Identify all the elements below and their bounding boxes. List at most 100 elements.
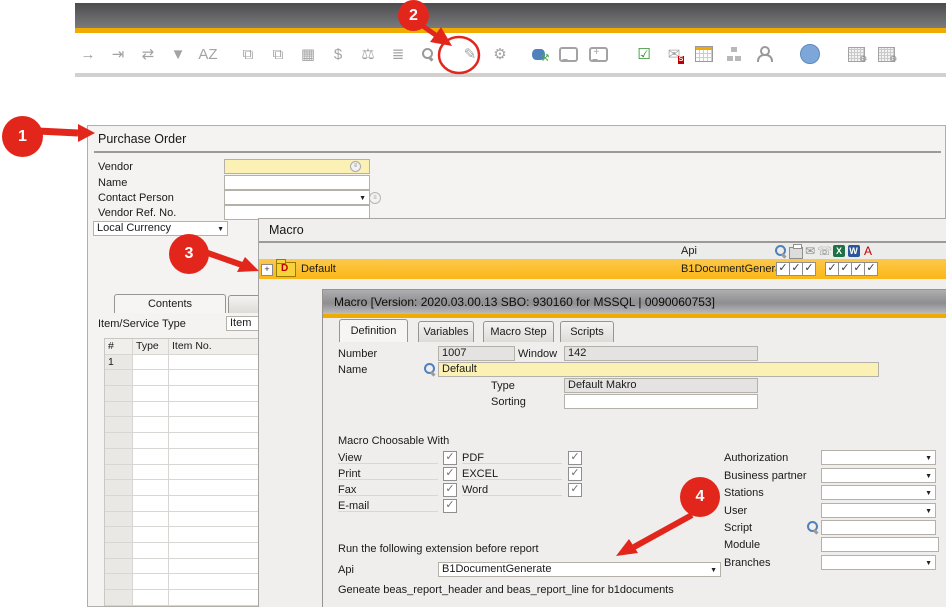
fax-icon[interactable]: ☏ <box>818 244 832 258</box>
callout-1: 1 <box>2 116 43 157</box>
excel-icon[interactable]: X <box>832 244 846 258</box>
fax-checkbox[interactable] <box>443 483 457 497</box>
script-input[interactable] <box>821 520 936 535</box>
sorting-input[interactable] <box>564 394 758 409</box>
row-export-checkbox[interactable] <box>851 262 865 276</box>
help-icon[interactable] <box>798 42 822 66</box>
business-partner-dropdown[interactable] <box>821 468 936 483</box>
addon-settings-alt-icon[interactable] <box>874 42 898 66</box>
edit-icon[interactable]: ✎ <box>458 42 482 66</box>
find-icon[interactable] <box>416 42 440 66</box>
vendor-input[interactable] <box>224 159 370 174</box>
contact-person-dropdown[interactable] <box>224 190 370 205</box>
name-choose-icon[interactable] <box>423 362 438 377</box>
row-export-checkbox[interactable] <box>802 262 816 276</box>
table-row[interactable] <box>105 417 259 433</box>
next-record-icon[interactable]: → <box>76 42 100 66</box>
tab-macro-step[interactable]: Macro Step <box>483 321 554 342</box>
refresh-icon[interactable]: ⇄ <box>136 42 160 66</box>
table-row[interactable] <box>105 402 259 418</box>
gross-profit-icon[interactable]: ▦ <box>296 42 320 66</box>
tab-contents[interactable]: Contents <box>114 294 226 313</box>
user-dropdown[interactable] <box>821 503 936 518</box>
table-row[interactable] <box>105 433 259 449</box>
script-choose-icon[interactable] <box>806 520 821 535</box>
table-row[interactable] <box>105 512 259 528</box>
stations-dropdown[interactable] <box>821 485 936 500</box>
email-icon[interactable]: ✉ <box>803 244 817 258</box>
filter-icon[interactable]: ▼ <box>166 42 190 66</box>
pdf-icon[interactable]: A <box>861 244 875 258</box>
table-row[interactable] <box>105 590 259 606</box>
contact-list-icon[interactable]: ≡ <box>369 192 381 204</box>
authorization-dropdown[interactable] <box>821 450 936 465</box>
row-export-checkbox[interactable] <box>776 262 790 276</box>
row-export-checkbox[interactable] <box>789 262 803 276</box>
currency-dropdown[interactable]: Local Currency <box>93 221 228 236</box>
macro-row-default[interactable]: + D Default B1DocumentGenerate <box>259 259 946 279</box>
table-row[interactable] <box>105 543 259 559</box>
mail-s-icon[interactable]: ✉S <box>662 42 686 66</box>
copy-from-icon[interactable]: ⧉ <box>236 42 260 66</box>
table-row[interactable] <box>105 449 259 465</box>
app-title-bar <box>75 3 946 28</box>
table-row[interactable] <box>105 559 259 575</box>
col-header-itemno[interactable]: Item No. <box>169 339 259 355</box>
last-record-icon[interactable]: ⇥ <box>106 42 130 66</box>
print-icon[interactable] <box>789 244 803 258</box>
pdf-checkbox[interactable] <box>568 451 582 465</box>
col-header-num[interactable]: # <box>105 339 133 355</box>
table-row[interactable] <box>105 574 259 590</box>
table-row[interactable] <box>105 386 259 402</box>
db-tools-icon[interactable] <box>526 42 550 66</box>
employee-icon[interactable] <box>752 42 776 66</box>
print-checkbox[interactable] <box>443 467 457 481</box>
journal-entry-icon[interactable]: ≣ <box>386 42 410 66</box>
name-label: Name <box>98 177 127 189</box>
excel-label: EXCEL <box>462 468 498 480</box>
word-checkbox[interactable] <box>568 483 582 497</box>
run-extension-label: Run the following extension before repor… <box>338 543 539 555</box>
tab-variables[interactable]: Variables <box>418 321 474 342</box>
tab-definition[interactable]: Definition <box>339 319 408 342</box>
api-dropdown[interactable]: B1DocumentGenerate <box>438 562 721 577</box>
name-input[interactable] <box>224 175 370 190</box>
type-value: Default Makro <box>564 378 758 393</box>
preview-icon[interactable] <box>774 244 788 258</box>
table-row[interactable] <box>105 527 259 543</box>
table-row[interactable] <box>105 465 259 481</box>
org-chart-icon[interactable] <box>722 42 746 66</box>
addon-settings-icon[interactable] <box>844 42 868 66</box>
name-input[interactable]: Default <box>438 362 879 377</box>
api-column-header[interactable]: Api <box>681 245 697 257</box>
message-add-icon[interactable] <box>586 42 610 66</box>
row-export-checkbox[interactable] <box>838 262 852 276</box>
tab-scripts[interactable]: Scripts <box>560 321 614 342</box>
po-table-body: 1 <box>105 355 259 606</box>
row-export-checkbox[interactable] <box>864 262 878 276</box>
table-row[interactable] <box>105 496 259 512</box>
payment-means-icon[interactable]: $ <box>326 42 350 66</box>
window-value: 142 <box>564 346 758 361</box>
sort-table-icon[interactable]: AZ <box>196 42 220 66</box>
col-header-type[interactable]: Type <box>133 339 169 355</box>
table-row[interactable] <box>105 370 259 386</box>
message-icon[interactable] <box>556 42 580 66</box>
view-checkbox[interactable] <box>443 451 457 465</box>
email-checkbox[interactable] <box>443 499 457 513</box>
table-row[interactable] <box>105 480 259 496</box>
document-settings-icon[interactable]: ⚙ <box>488 42 512 66</box>
word-icon[interactable]: W <box>847 244 861 258</box>
choose-from-list-icon[interactable]: ≡ <box>350 161 361 172</box>
checklist-icon[interactable]: ☑ <box>632 42 656 66</box>
excel-checkbox[interactable] <box>568 467 582 481</box>
copy-to-icon[interactable]: ⧉ <box>266 42 290 66</box>
tree-expand-icon[interactable]: + <box>261 264 273 276</box>
row-export-checkbox[interactable] <box>825 262 839 276</box>
module-input[interactable] <box>821 537 939 552</box>
macro-columns-row: Api ✉☏XWA <box>259 243 946 260</box>
report-calendar-icon[interactable] <box>692 42 716 66</box>
volume-weight-icon[interactable]: ⚖ <box>356 42 380 66</box>
table-row[interactable]: 1 <box>105 355 259 371</box>
branches-dropdown[interactable] <box>821 555 936 570</box>
